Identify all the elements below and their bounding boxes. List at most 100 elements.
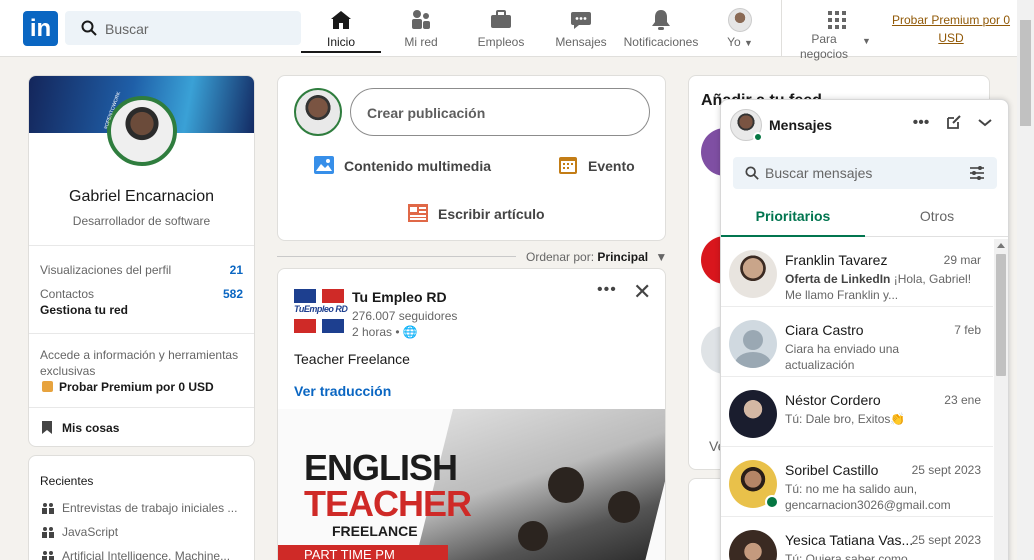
- my-items-link[interactable]: Mis cosas: [42, 421, 119, 435]
- top-nav: in Buscar Inicio Mi red Empleos Mensajes…: [0, 0, 1034, 61]
- company-logo-text: TuEmpleo RD: [294, 304, 348, 314]
- nav-notifications-label: Notificaciones: [623, 35, 699, 49]
- image-icon: [314, 156, 334, 174]
- more-options-icon[interactable]: •••: [597, 281, 617, 299]
- nav-divider: [781, 0, 782, 56]
- share-avatar[interactable]: [294, 88, 342, 136]
- conversation-avatar: [729, 250, 777, 298]
- nav-home[interactable]: Inicio: [301, 6, 381, 53]
- tab-priority[interactable]: Prioritarios: [721, 199, 865, 237]
- conversation-row[interactable]: Yesica Tatiana Vas... 25 sept 2023 Tú: Q…: [721, 517, 993, 560]
- premium-link[interactable]: Probar Premium por 0 USD: [888, 11, 1014, 47]
- group-icon: [42, 527, 54, 538]
- close-icon[interactable]: ✕: [633, 279, 651, 305]
- nav-jobs[interactable]: Empleos: [461, 6, 541, 53]
- nav-me[interactable]: Yo ▼: [715, 6, 765, 53]
- online-indicator: [753, 132, 763, 142]
- preview-sponsor: Oferta de LinkedIn: [785, 272, 891, 286]
- divider: [29, 333, 254, 334]
- page-scrollbar-thumb[interactable]: [1020, 20, 1031, 126]
- post-image[interactable]: ENGLISH TEACHER FREELANCE PART TIME PM: [278, 409, 665, 560]
- nav-messages-label: Mensajes: [555, 35, 607, 49]
- conversation-row[interactable]: Soribel Castillo 25 sept 2023 Tú: no me …: [721, 447, 993, 517]
- image-text-parttime: PART TIME PM: [278, 545, 448, 560]
- contacts-label: Contactos: [40, 287, 95, 301]
- search-bar[interactable]: Buscar: [65, 11, 301, 45]
- conversation-row[interactable]: Ciara Castro 7 feb Ciara ha enviado una …: [721, 307, 993, 377]
- search-input[interactable]: Buscar: [105, 21, 149, 37]
- recent-item[interactable]: JavaScript: [42, 525, 247, 539]
- scroll-up-arrow[interactable]: [997, 243, 1005, 248]
- post-followers: 276.007 seguidores: [352, 309, 458, 323]
- globe-icon: 🌐: [402, 325, 418, 339]
- home-icon: [331, 11, 351, 29]
- messaging-header[interactable]: Mensajes •••: [721, 100, 1008, 148]
- nav-network-label: Mi red: [404, 35, 438, 49]
- nav-notifications[interactable]: Notificaciones: [621, 6, 701, 53]
- chevron-down-icon[interactable]: [975, 114, 995, 134]
- user-avatar: [728, 8, 752, 32]
- post-time: 2 horas • 🌐: [352, 325, 418, 339]
- profile-name[interactable]: Gabriel Encarnacion: [29, 188, 254, 206]
- nav-home-label: Inicio: [326, 35, 355, 49]
- conversation-preview: Tú: no me ha salido aun, gencarnacion302…: [785, 482, 951, 512]
- linkedin-logo[interactable]: in: [23, 11, 58, 46]
- create-post-button[interactable]: Crear publicación: [350, 88, 650, 136]
- messages-search[interactable]: Buscar mensajes: [733, 157, 997, 189]
- search-icon: [745, 166, 759, 180]
- media-button[interactable]: Contenido multimedia: [314, 156, 491, 174]
- messaging-panel: Mensajes ••• Buscar mensajes Prioritario…: [720, 99, 1009, 560]
- nav-network[interactable]: Mi red: [381, 6, 461, 53]
- profile-headline: Desarrollador de software: [72, 214, 211, 228]
- conversation-avatar: [729, 530, 777, 560]
- sort-value: Principal: [597, 250, 649, 264]
- conversation-preview: Tú: Dale bro, Exitos👏: [785, 412, 906, 426]
- conversation-preview: Ciara ha enviado una actualización: [785, 342, 900, 372]
- caret-down-icon: ▼: [655, 250, 668, 264]
- online-indicator: [765, 495, 779, 509]
- sort-divider: [277, 256, 516, 257]
- search-icon: [81, 20, 97, 36]
- company-logo[interactable]: TuEmpleo RD: [294, 289, 348, 333]
- bell-icon: [652, 10, 670, 30]
- tab-other[interactable]: Otros: [865, 199, 1008, 237]
- nav-business[interactable]: Para negocios ▼: [796, 6, 878, 61]
- divider: [29, 245, 254, 246]
- more-options-icon[interactable]: •••: [911, 114, 931, 134]
- profile-photo[interactable]: [107, 96, 177, 166]
- profile-views-value: 21: [229, 263, 243, 277]
- contacts-value: 582: [222, 287, 243, 301]
- translate-link[interactable]: Ver traducción: [294, 383, 391, 399]
- chat-icon: [571, 12, 591, 29]
- conversation-row[interactable]: Néstor Cordero 23 ene Tú: Dale bro, Exit…: [721, 377, 993, 447]
- my-items-label: Mis cosas: [62, 421, 120, 435]
- conversation-date: 25 sept 2023: [911, 463, 981, 477]
- network-icon: [412, 10, 430, 29]
- page-scrollbar[interactable]: [1017, 0, 1034, 560]
- recent-title: Recientes: [40, 474, 94, 488]
- post-author[interactable]: Tu Empleo RD: [352, 289, 447, 305]
- profile-views-label: Visualizaciones del perfil: [40, 263, 172, 277]
- compose-icon[interactable]: [944, 114, 964, 134]
- recent-item[interactable]: Entrevistas de trabajo iniciales ...: [42, 501, 247, 515]
- messages-search-input[interactable]: Buscar mensajes: [765, 165, 872, 181]
- scrollbar-thumb[interactable]: [996, 254, 1006, 376]
- profile-views-row[interactable]: Visualizaciones del perfil 21: [40, 263, 243, 277]
- write-article-button[interactable]: Escribir artículo: [408, 204, 545, 222]
- recent-item-label: JavaScript: [62, 525, 119, 539]
- conversation-name: Soribel Castillo: [785, 462, 879, 478]
- sort-dropdown[interactable]: Ordenar por: Principal ▼: [526, 250, 667, 264]
- conversation-row[interactable]: Franklin Tavarez 29 mar Oferta de Linked…: [721, 237, 993, 307]
- event-button[interactable]: Evento: [558, 156, 635, 174]
- conversation-scrollbar[interactable]: [994, 239, 1008, 560]
- filter-icon[interactable]: [969, 165, 985, 181]
- post-time-label: 2 horas •: [352, 325, 400, 339]
- messaging-tabs: Prioritarios Otros: [721, 199, 1008, 237]
- premium-promo-link[interactable]: Probar Premium por 0 USD: [42, 380, 214, 394]
- contacts-row[interactable]: Contactos 582 Gestiona tu red: [40, 287, 243, 317]
- nav-messages[interactable]: Mensajes: [541, 6, 621, 53]
- recent-item[interactable]: Artificial Intelligence, Machine...: [42, 549, 247, 560]
- conversation-name: Ciara Castro: [785, 322, 864, 338]
- chevron-down-icon: ▼: [862, 36, 871, 46]
- recent-item-label: Artificial Intelligence, Machine...: [62, 549, 231, 560]
